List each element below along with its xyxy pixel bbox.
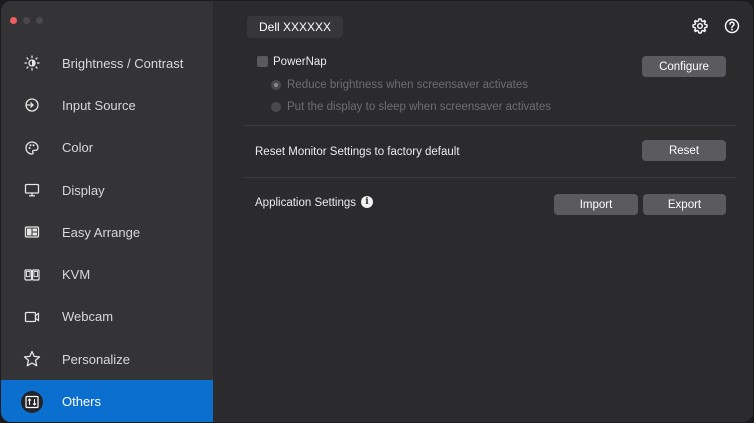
kvm-icon (23, 266, 41, 284)
sleep-display-radio[interactable] (271, 102, 281, 112)
application-settings-label: Application Settings (255, 197, 357, 209)
sidebar-item-label: Input Source (62, 97, 136, 113)
window-controls (10, 17, 43, 24)
sleep-display-option: Put the display to sleep when screensave… (287, 101, 552, 113)
sidebar-item-kvm[interactable]: KVM (1, 253, 213, 295)
sidebar-item-label: Webcam (62, 309, 114, 325)
sidebar: Brightness / Contrast Input Source Color… (1, 1, 213, 422)
others-icon (21, 390, 43, 413)
sidebar-item-label: Brightness / Contrast (62, 55, 184, 71)
app-window: Brightness / Contrast Input Source Color… (1, 1, 753, 422)
powernap-checkbox[interactable] (257, 56, 268, 67)
sidebar-item-label: Easy Arrange (62, 224, 141, 240)
sidebar-item-brightness-contrast[interactable]: Brightness / Contrast (1, 42, 213, 84)
info-icon[interactable]: i (361, 196, 373, 208)
sidebar-item-webcam[interactable]: Webcam (1, 296, 213, 338)
brightness-icon (23, 54, 41, 72)
sidebar-item-label: Others (62, 394, 102, 410)
powernap-label: PowerNap (273, 56, 327, 68)
zoom-window-button[interactable] (36, 17, 43, 24)
easy-arrange-icon (23, 223, 41, 241)
minimize-window-button[interactable] (23, 17, 30, 24)
sidebar-item-display[interactable]: Display (1, 169, 213, 211)
gear-icon[interactable] (691, 17, 709, 35)
reset-button[interactable]: Reset (642, 140, 726, 161)
divider (243, 177, 736, 178)
input-source-icon (23, 96, 41, 114)
header-icons (691, 17, 741, 35)
webcam-icon (23, 308, 41, 326)
reduce-brightness-option: Reduce brightness when screensaver activ… (287, 79, 528, 91)
import-button[interactable]: Import (554, 194, 638, 215)
main-panel: Dell XXXXXX PowerNap Configure Reduce br… (213, 1, 753, 422)
sidebar-item-color[interactable]: Color (1, 127, 213, 169)
color-palette-icon (23, 139, 41, 157)
reset-label: Reset Monitor Settings to factory defaul… (255, 146, 460, 158)
export-button[interactable]: Export (643, 194, 726, 215)
help-icon[interactable] (723, 17, 741, 35)
sidebar-item-personalize[interactable]: Personalize (1, 338, 213, 380)
monitor-name: Dell XXXXXX (247, 16, 344, 38)
display-monitor-icon (23, 181, 41, 199)
sidebar-item-others[interactable]: Others (1, 380, 213, 422)
sidebar-item-easy-arrange[interactable]: Easy Arrange (1, 211, 213, 253)
sidebar-item-label: Personalize (62, 351, 130, 367)
close-window-button[interactable] (10, 17, 17, 24)
sidebar-item-label: Color (62, 140, 94, 156)
sidebar-nav: Brightness / Contrast Input Source Color… (1, 42, 213, 422)
divider (243, 125, 736, 126)
configure-button[interactable]: Configure (642, 56, 726, 77)
sidebar-item-input-source[interactable]: Input Source (1, 84, 213, 126)
sidebar-item-label: Display (62, 182, 105, 198)
star-icon (23, 350, 41, 368)
reduce-brightness-radio[interactable] (271, 80, 281, 90)
sidebar-item-label: KVM (62, 267, 91, 283)
